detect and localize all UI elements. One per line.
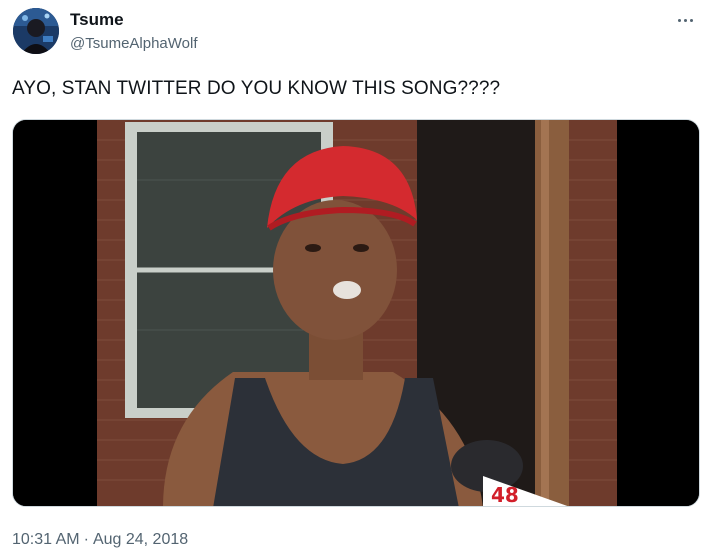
- tweet-media-video[interactable]: 48: [12, 119, 700, 507]
- tweet-text: AYO, STAN TWITTER DO YOU KNOW THIS SONG?…: [12, 78, 501, 99]
- tweet-card: Tsume @TsumeAlphaWolf AYO, STAN TWITTER …: [0, 0, 709, 558]
- more-dot: [683, 18, 687, 22]
- tweet-time: 10:31 AM: [12, 531, 80, 548]
- tweet-date: Aug 24, 2018: [92, 531, 189, 548]
- mic-flag-number: 48: [491, 483, 519, 507]
- timestamp-separator: ·: [83, 531, 89, 548]
- author-display-name[interactable]: Tsume: [70, 10, 124, 30]
- tweet-timestamp[interactable]: 10:31 AM · Aug 24, 2018: [12, 530, 188, 550]
- more-options-icon[interactable]: [673, 10, 697, 30]
- more-dot: [689, 18, 693, 22]
- author-handle[interactable]: @TsumeAlphaWolf: [70, 35, 198, 53]
- video-frame: 48: [13, 120, 699, 507]
- avatar-image: [13, 8, 59, 54]
- user-avatar[interactable]: [13, 8, 59, 54]
- more-dot: [677, 18, 681, 22]
